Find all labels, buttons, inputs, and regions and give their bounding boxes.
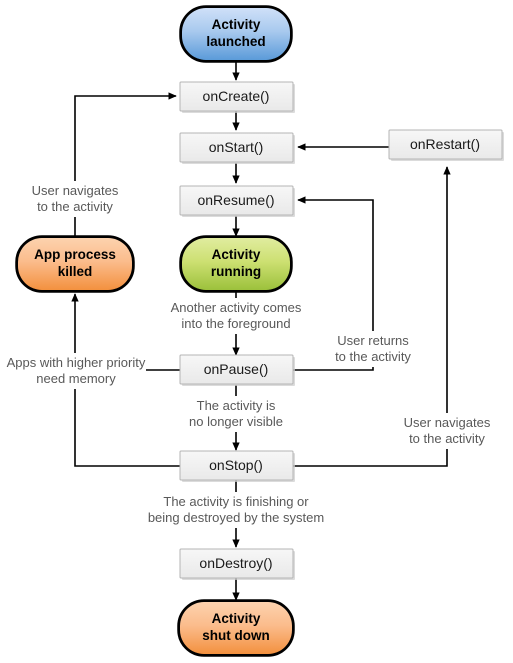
label-no-longer-visible: The activity is no longer visible <box>174 396 298 432</box>
label-finishing-destroyed: The activity is finishing or being destr… <box>142 492 330 528</box>
activity-shut-down-line2: shut down <box>202 628 270 643</box>
user-navigates-right-line1: User navigates <box>404 415 491 430</box>
user-navigates-left-line2: to the activity <box>37 199 113 214</box>
on-restart-label: onRestart() <box>410 136 480 152</box>
finishing-destroyed-line1: The activity is finishing or <box>163 494 309 509</box>
apps-higher-priority-line2: need memory <box>36 371 116 386</box>
on-stop-label: onStop() <box>209 457 263 473</box>
diagram-canvas: onCreate() onStart() onResume() onRestar… <box>6 5 510 657</box>
another-activity-foreground-line2: into the foreground <box>181 316 290 331</box>
node-on-start[interactable]: onStart() <box>179 132 295 164</box>
on-create-label: onCreate() <box>203 88 270 104</box>
node-activity-shut-down[interactable]: Activity shut down <box>177 599 295 657</box>
no-longer-visible-line2: no longer visible <box>189 414 283 429</box>
activity-launched-line1: Activity <box>212 17 261 32</box>
label-another-activity-foreground: Another activity comes into the foregrou… <box>163 298 309 334</box>
activity-running-line2: running <box>211 264 261 279</box>
on-destroy-label: onDestroy() <box>199 555 272 571</box>
node-on-stop[interactable]: onStop() <box>179 450 295 482</box>
on-pause-label: onPause() <box>204 361 269 377</box>
no-longer-visible-line1: The activity is <box>197 398 276 413</box>
node-app-process-killed[interactable]: App process killed <box>15 235 135 293</box>
apps-higher-priority-line1: Apps with higher priority <box>7 355 146 370</box>
activity-running-line1: Activity <box>212 247 261 262</box>
activity-shut-down-line1: Activity <box>212 611 261 626</box>
activity-lifecycle-diagram: onCreate() onStart() onResume() onRestar… <box>0 0 513 663</box>
node-activity-launched[interactable]: Activity launched <box>179 5 293 63</box>
label-user-navigates-right: User navigates to the activity <box>384 413 510 449</box>
node-activity-running[interactable]: Activity running <box>179 235 293 293</box>
on-start-label: onStart() <box>209 139 263 155</box>
label-apps-higher-priority: Apps with higher priority need memory <box>6 353 146 389</box>
activity-launched-line2: launched <box>206 34 265 49</box>
label-user-navigates-left: User navigates to the activity <box>12 181 138 217</box>
user-navigates-left-line1: User navigates <box>32 183 119 198</box>
node-on-create[interactable]: onCreate() <box>179 81 295 113</box>
app-process-killed-line2: killed <box>58 264 93 279</box>
on-resume-label: onResume() <box>197 192 274 208</box>
label-user-returns: User returns to the activity <box>322 331 424 367</box>
another-activity-foreground-line1: Another activity comes <box>171 300 302 315</box>
app-process-killed-line1: App process <box>34 247 116 262</box>
node-on-resume[interactable]: onResume() <box>179 185 295 217</box>
user-returns-line1: User returns <box>337 333 409 348</box>
node-on-pause[interactable]: onPause() <box>179 354 295 386</box>
node-on-destroy[interactable]: onDestroy() <box>179 548 295 580</box>
finishing-destroyed-line2: being destroyed by the system <box>148 510 324 525</box>
node-on-restart[interactable]: onRestart() <box>388 129 504 161</box>
user-navigates-right-line2: to the activity <box>409 431 485 446</box>
user-returns-line2: to the activity <box>335 349 411 364</box>
